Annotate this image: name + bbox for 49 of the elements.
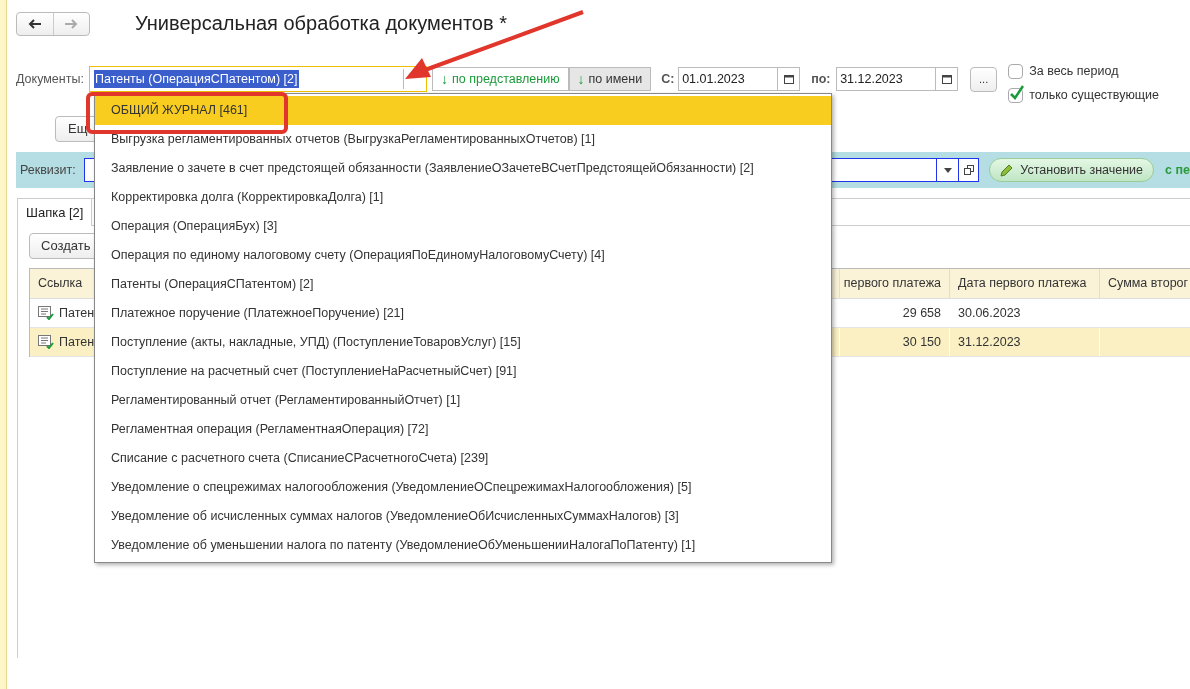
calendar-icon[interactable]: [941, 74, 952, 84]
sort-button[interactable]: ↓ по представлению: [432, 67, 569, 91]
dropdown-item[interactable]: Корректировка долга (КорректировкаДолга) [1]: [95, 183, 831, 212]
field-label: Документы:: [16, 70, 85, 88]
checkbox-label: только существующие: [1029, 86, 1160, 104]
column-header[interactable]: Дата первого платежа: [950, 269, 1100, 298]
dropdown-item[interactable]: ОБЩИЙ ЖУРНАЛ [461]: [95, 96, 831, 125]
checkbox-label: За весь период: [1029, 62, 1119, 80]
calendar-icon[interactable]: [783, 74, 794, 84]
dropdown-item[interactable]: Заявление о зачете в счет предстоящей обязанности (ЗаявлениеОЗачетеВСчетПредстоящейОбязанности) [2]: [95, 154, 831, 183]
date-field[interactable]: 01.01.2023: [678, 67, 801, 91]
posted-document-icon: [38, 306, 54, 320]
window-title: Универсальная обработка документов *: [135, 11, 507, 36]
ellipsis-button[interactable]: ...: [970, 66, 998, 92]
pencil-icon: [1000, 163, 1014, 177]
table-cell-text: Патен: [59, 304, 95, 322]
dropdown-item[interactable]: Уведомление о спецрежимах налогообложения (УведомлениеОСпецрежимахНалогообложения) [5]: [95, 473, 831, 502]
dropdown-item[interactable]: Уведомление об уменьшении налога по патенту (УведомлениеОбУменьшенииНалогаПоПатенту) [1]: [95, 531, 831, 560]
dropdown-item[interactable]: Поступление (акты, накладные, УПД) (ПоступлениеТоваровУслуг) [15]: [95, 328, 831, 357]
table-cell-text: 30 150: [902, 333, 941, 351]
tab[interactable]: Шапка [2]: [18, 199, 93, 226]
table-cell-text: Патен: [59, 333, 95, 351]
date-field[interactable]: 31.12.2023: [836, 67, 959, 91]
table-cell-text: 29 658: [902, 304, 941, 322]
dropdown-caret-icon[interactable]: [943, 167, 952, 173]
sort-button[interactable]: ↓ по имени: [568, 67, 652, 91]
dropdown-item[interactable]: Уведомление об исчисленных суммах налогов (УведомлениеОбИсчисленныхСуммахНалогов) [3]: [95, 502, 831, 531]
open-window-icon[interactable]: [963, 165, 974, 175]
table-cell-text: 30.06.2023: [958, 304, 1021, 322]
back-arrow-icon: [27, 19, 42, 29]
checkbox[interactable]: [1008, 63, 1024, 79]
forward-arrow-icon: [64, 19, 79, 29]
dropdown-item[interactable]: Регламентная операция (РегламентнаяОперация) [72]: [95, 415, 831, 444]
table-cell-text: 31.12.2023: [958, 333, 1021, 351]
dropdown-item[interactable]: Патенты (ОперацияСПатентом) [2]: [95, 270, 831, 299]
dropdown-item[interactable]: Поступление на расчетный счет (ПоступлениеНаРасчетныйСчет) [91]: [95, 357, 831, 386]
dropdown-item[interactable]: Платежное поручение (ПлатежноеПоручение) [21]: [95, 299, 831, 328]
column-header[interactable]: первого платежа: [840, 269, 950, 298]
dropdown-item[interactable]: Регламентированный отчет (РегламентированныйОтчет) [1]: [95, 386, 831, 415]
dropdown-item[interactable]: Списание с расчетного счета (СписаниеСРасчетногоСчета) [239]: [95, 444, 831, 473]
column-header[interactable]: Сумма второг: [1100, 269, 1190, 298]
checkbox[interactable]: [1008, 87, 1024, 103]
field-label: по:: [811, 70, 832, 88]
field-label: Реквизит:: [20, 161, 77, 179]
posted-document-icon: [38, 335, 54, 349]
set-value-button[interactable]: Установить значение: [989, 158, 1155, 182]
documents-field[interactable]: Патенты (ОперацияСПатентом) [2]: [89, 66, 427, 92]
bar-text: с пе: [1165, 161, 1190, 179]
field-label: С:: [661, 70, 676, 88]
